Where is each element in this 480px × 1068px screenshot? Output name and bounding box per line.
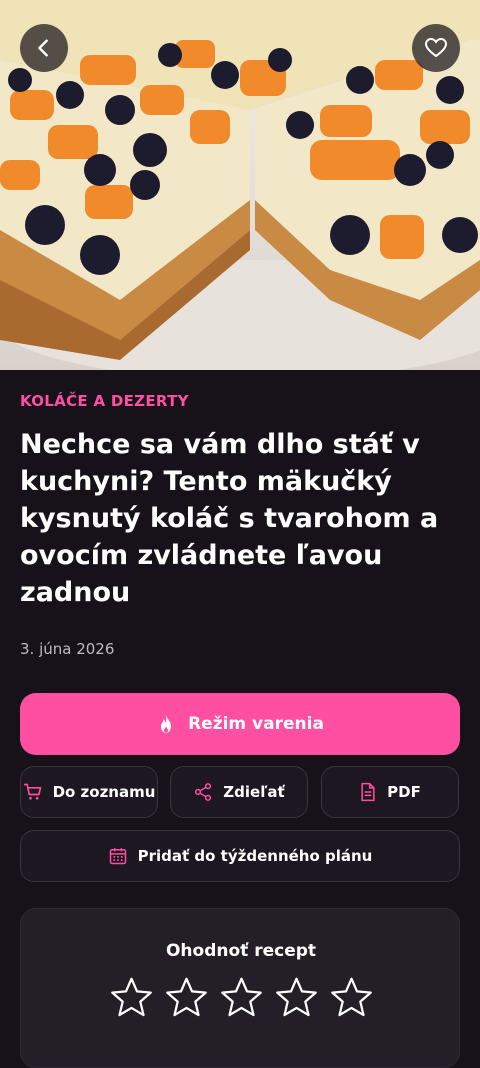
back-button[interactable] [20, 24, 68, 72]
cook-mode-label: Režim varenia [188, 714, 324, 734]
chevron-left-icon [38, 39, 48, 57]
cart-icon [23, 783, 41, 800]
heart-icon [424, 37, 448, 58]
rating-card: Ohodnoť recept [20, 908, 460, 1068]
star-rating [21, 975, 461, 1020]
share-button[interactable]: Zdieľať [170, 766, 308, 818]
star-icon[interactable] [164, 975, 209, 1020]
page-title: Nechce sa vám dlho stáť v kuchyni? Tento… [20, 429, 439, 608]
share-label: Zdieľať [223, 783, 285, 801]
calendar-icon [109, 848, 126, 865]
star-icon[interactable] [109, 975, 154, 1020]
weekly-plan-label: Pridať do týždenného plánu [137, 847, 373, 865]
add-to-list-label: Do zoznamu [52, 783, 156, 801]
document-icon [361, 782, 375, 802]
star-icon[interactable] [329, 975, 374, 1020]
pdf-label: PDF [387, 783, 421, 801]
category-label[interactable]: KOLÁČE A DEZERTY [20, 392, 189, 410]
add-to-list-button[interactable]: Do zoznamu [20, 766, 158, 818]
star-icon[interactable] [219, 975, 264, 1020]
favorite-button[interactable] [412, 24, 460, 72]
flame-icon [161, 714, 172, 734]
share-icon [195, 783, 212, 801]
hero-image [0, 0, 480, 370]
cake-photo [0, 0, 480, 370]
rating-title: Ohodnoť recept [165, 941, 317, 961]
cook-mode-button[interactable]: Režim varenia [20, 693, 460, 755]
weekly-plan-button[interactable]: Pridať do týždenného plánu [20, 830, 460, 882]
publish-date: 3. júna 2026 [20, 640, 115, 658]
star-icon[interactable] [274, 975, 319, 1020]
pdf-button[interactable]: PDF [321, 766, 459, 818]
